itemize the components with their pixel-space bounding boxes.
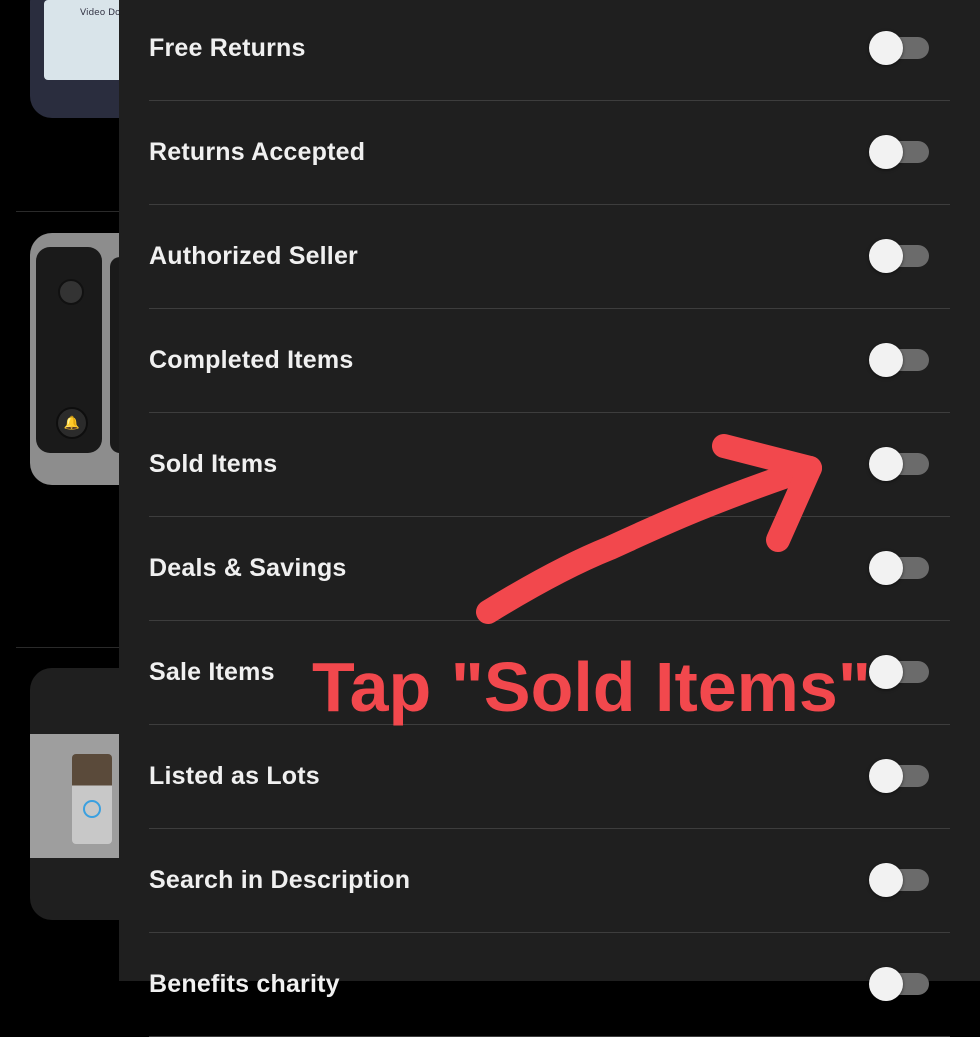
filter-label: Free Returns xyxy=(149,33,306,62)
toggle-knob xyxy=(869,343,903,377)
returns-accepted-toggle[interactable] xyxy=(869,135,929,169)
listed-as-lots-toggle[interactable] xyxy=(869,759,929,793)
authorized-seller-toggle[interactable] xyxy=(869,239,929,273)
filter-row-authorized-seller[interactable]: Authorized Seller xyxy=(149,204,950,309)
doorbell-device xyxy=(72,754,112,844)
toggle-knob xyxy=(869,135,903,169)
toggle-knob xyxy=(869,551,903,585)
benefits-charity-toggle[interactable] xyxy=(869,967,929,1001)
filter-row-sale-items[interactable]: Sale Items xyxy=(149,620,950,725)
product-image: 🔔 xyxy=(36,247,102,453)
filter-row-deals-savings[interactable]: Deals & Savings xyxy=(149,516,950,621)
free-returns-toggle[interactable] xyxy=(869,31,929,65)
toggle-knob xyxy=(869,447,903,481)
divider xyxy=(16,647,119,648)
filter-label: Authorized Seller xyxy=(149,241,358,270)
camera-lens xyxy=(58,279,84,305)
sold-items-toggle[interactable] xyxy=(869,447,929,481)
filter-label: Search in Description xyxy=(149,865,411,894)
filter-row-search-in-description[interactable]: Search in Description xyxy=(149,828,950,933)
filter-label: Listed as Lots xyxy=(149,761,320,790)
search-in-description-toggle[interactable] xyxy=(869,863,929,897)
toggle-knob xyxy=(869,759,903,793)
toggle-knob xyxy=(869,863,903,897)
filter-label: Sold Items xyxy=(149,449,278,478)
toggle-knob xyxy=(869,967,903,1001)
deals-savings-toggle[interactable] xyxy=(869,551,929,585)
divider xyxy=(16,211,119,212)
toggle-knob xyxy=(869,31,903,65)
filter-row-listed-as-lots[interactable]: Listed as Lots xyxy=(149,724,950,829)
filter-row-completed-items[interactable]: Completed Items xyxy=(149,308,950,413)
filter-row-sold-items[interactable]: Sold Items xyxy=(149,412,950,517)
filter-label: Sale Items xyxy=(149,657,275,686)
bell-icon: 🔔 xyxy=(56,407,88,439)
background-results-list: Video Door 🔔 xyxy=(0,0,150,981)
toggle-knob xyxy=(869,655,903,689)
filter-label: Benefits charity xyxy=(149,969,340,998)
filter-row-benefits-charity[interactable]: Benefits charity xyxy=(149,932,950,1037)
filter-row-free-returns[interactable]: Free Returns xyxy=(149,0,950,101)
filter-label: Completed Items xyxy=(149,345,354,374)
completed-items-toggle[interactable] xyxy=(869,343,929,377)
filter-label: Returns Accepted xyxy=(149,137,366,166)
toggle-knob xyxy=(869,239,903,273)
filter-panel: Free Returns Returns Accepted Authorized… xyxy=(119,0,980,1037)
filter-row-returns-accepted[interactable]: Returns Accepted xyxy=(149,100,950,205)
ring-button-icon xyxy=(83,800,101,818)
sale-items-toggle[interactable] xyxy=(869,655,929,689)
filter-label: Deals & Savings xyxy=(149,553,347,582)
